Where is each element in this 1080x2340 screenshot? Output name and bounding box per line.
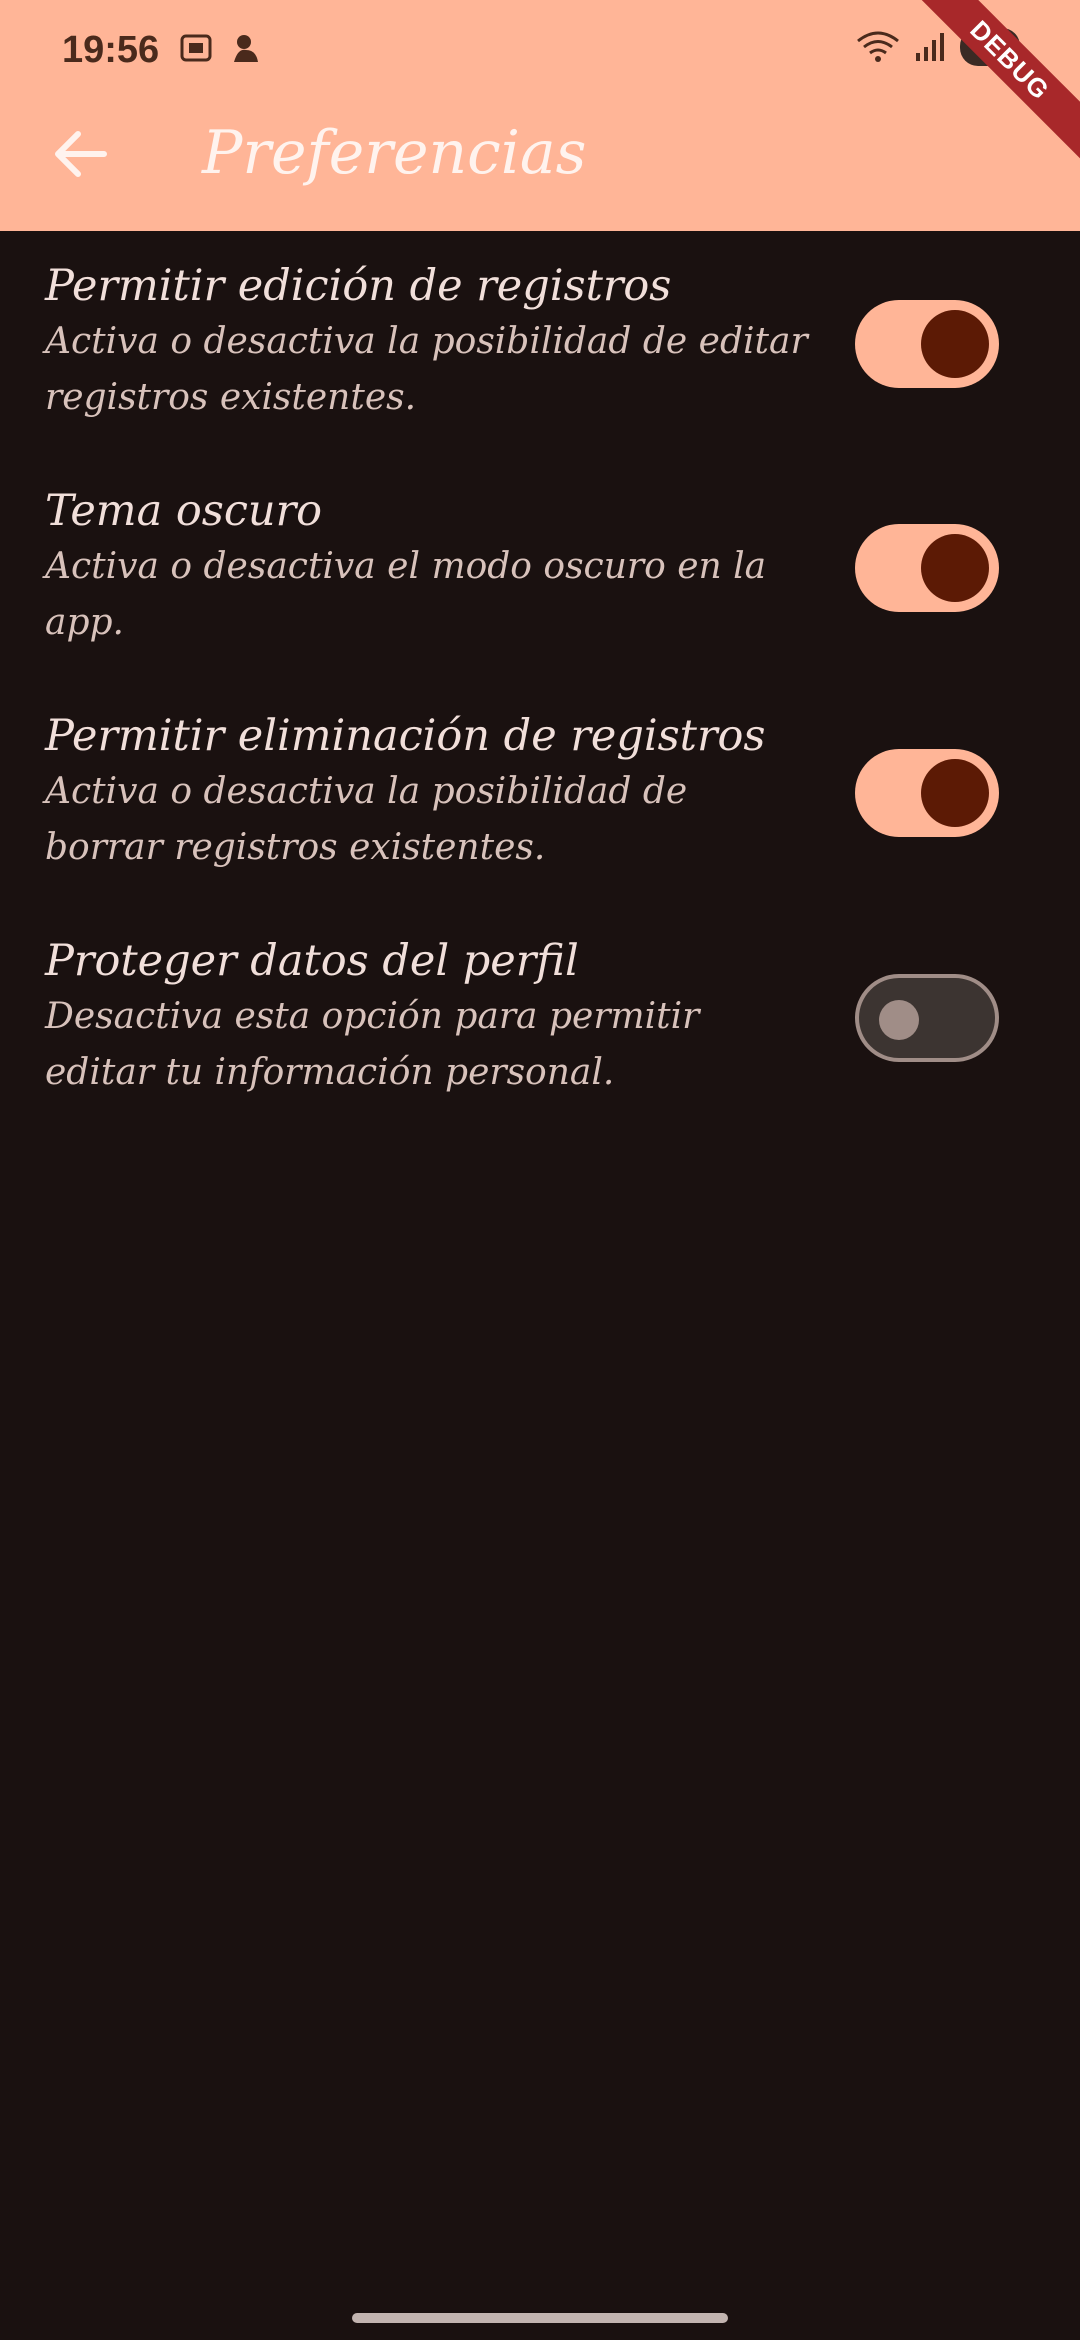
toggle-knob (921, 534, 989, 602)
toggle-knob (921, 759, 989, 827)
back-arrow-icon[interactable] (44, 118, 116, 190)
toggle-allow-delete[interactable] (855, 749, 999, 837)
screenshot-icon (180, 34, 212, 62)
page-title: Preferencias (202, 118, 587, 188)
setting-subtitle: Activa o desactiva la posibilidad de bor… (45, 771, 688, 868)
toggle-knob (921, 310, 989, 378)
signal-icon (916, 33, 944, 61)
status-time: 19:56 (62, 29, 160, 71)
app-bar: 19:56 87 DEBUG Preferencias (0, 0, 1080, 231)
toggle-dark-theme[interactable] (855, 524, 999, 612)
toggle-protect-profile[interactable] (855, 974, 999, 1062)
setting-subtitle: Activa o desactiva la posibilidad de edi… (45, 321, 808, 418)
setting-subtitle: Desactiva esta opción para permitir edit… (45, 996, 700, 1093)
toggle-knob (879, 1000, 919, 1040)
status-icons-left (178, 30, 262, 66)
notification-icon (234, 35, 258, 62)
home-indicator[interactable] (352, 2313, 728, 2323)
debug-banner: DEBUG (903, 0, 1080, 167)
toggle-allow-edit[interactable] (855, 300, 999, 388)
setting-subtitle: Activa o desactiva el modo oscuro en la … (45, 546, 767, 643)
wifi-icon (857, 31, 899, 62)
